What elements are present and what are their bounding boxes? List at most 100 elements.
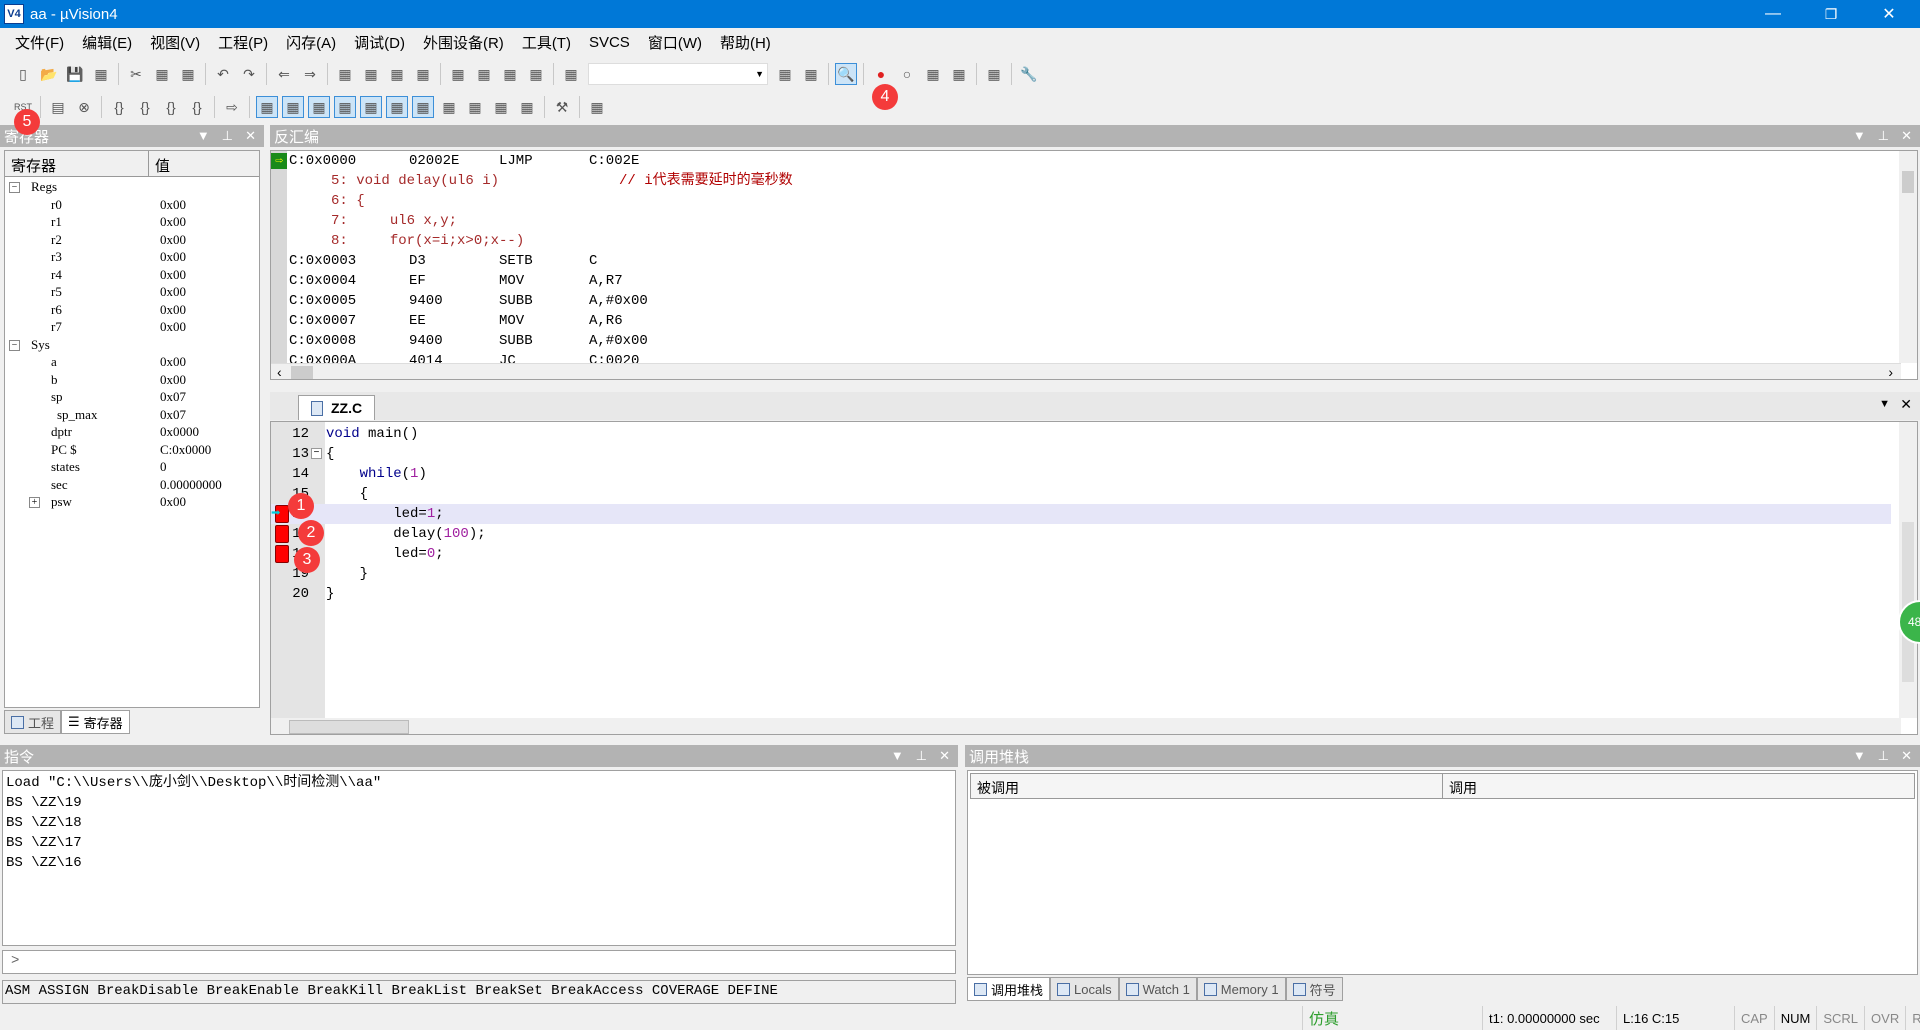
tab-symbols[interactable]: 符号 [1285,977,1343,1001]
close-icon[interactable]: ✕ [1901,128,1912,144]
vertical-scrollbar[interactable] [1899,422,1917,718]
dropdown-icon[interactable]: ▼ [1879,398,1890,410]
find-combo[interactable]: ▼ [588,63,768,85]
menu-item[interactable]: 帮助(H) [711,32,780,53]
column-header-value[interactable]: 值 [149,151,176,176]
source-line[interactable]: 7: ul6 x,y; [289,211,1889,231]
asm-line[interactable]: ⇨ C:0x0000 02002E LJMP C:002E [271,151,1889,171]
memory-window-icon[interactable]: ▦ [412,96,434,118]
fold-icon[interactable]: − [311,448,322,459]
source-line[interactable]: 8: for(x=i;x>0;x--) [289,231,1889,251]
code-line[interactable]: 16 led=1;➡ [271,504,1891,524]
unindent-icon[interactable]: ▦ [473,63,495,85]
asm-line[interactable]: C:0x0007 EE MOV A,R6 [289,311,1889,331]
pin-icon[interactable]: ⊥ [916,748,927,764]
menu-item[interactable]: 外围设备(R) [414,32,513,53]
expand-icon[interactable]: + [29,497,40,508]
tab-zz-c[interactable]: ZZ.C [298,395,376,420]
run-icon[interactable]: ▤ [47,96,69,118]
code-line[interactable]: 15 { [271,484,1891,504]
pin-icon[interactable]: ⊥ [222,128,233,144]
comment-icon[interactable]: ▦ [499,63,521,85]
step-over-icon[interactable]: {} [134,96,156,118]
menu-item[interactable]: SVCS [580,34,639,51]
minimize-button[interactable]: — [1744,0,1802,28]
uncomment-icon[interactable]: ▦ [525,63,547,85]
code-line[interactable]: 20} [271,584,1891,604]
nav-forward-icon[interactable]: ⇒ [299,63,321,85]
close-icon[interactable]: ✕ [1900,396,1912,413]
breakpoint-icon[interactable] [275,525,289,543]
scroll-thumb[interactable] [291,366,313,379]
menu-item[interactable]: 工程(P) [209,32,277,53]
command-window-icon[interactable]: ▦ [256,96,278,118]
horizontal-scrollbar[interactable] [271,718,1901,734]
column-header-caller[interactable]: 调用 [1443,774,1483,798]
asm-line[interactable]: C:0x0005 9400 SUBB A,#0x00 [289,291,1889,311]
source-line[interactable]: 5: void delay(ul6 i) // i代表需要延时的毫秒数 [289,171,1889,191]
toolbox-icon[interactable]: ⚒ [551,96,573,118]
menu-item[interactable]: 文件(F) [6,32,73,53]
tab-memory1[interactable]: Memory 1 [1196,977,1286,1001]
tab-watch1[interactable]: Watch 1 [1118,977,1197,1001]
vertical-scrollbar[interactable] [1899,151,1917,363]
watch-window-icon[interactable]: ▦ [386,96,408,118]
configure-icon[interactable]: 🔧 [1018,63,1040,85]
tab-locals[interactable]: Locals [1050,977,1119,1001]
horizontal-scrollbar[interactable]: ‹ › [271,363,1901,379]
trace-window-icon[interactable]: ▦ [490,96,512,118]
enable-breakpoint-icon[interactable]: ○ [896,63,918,85]
prev-bookmark-icon[interactable]: ▦ [360,63,382,85]
menu-item[interactable]: 窗口(W) [639,32,711,53]
open-file-icon[interactable]: 📂 [38,63,60,85]
run-to-cursor-icon[interactable]: {} [186,96,208,118]
new-file-icon[interactable]: ▯ [12,63,34,85]
undo-icon[interactable]: ↶ [212,63,234,85]
paste-icon[interactable]: ▦ [177,63,199,85]
code-editor[interactable]: 12void main()13−{14 while(1)15 {16 led=1… [270,421,1918,735]
register-row[interactable]: + psw 0x00 [5,494,261,515]
column-header-callee[interactable]: 被调用 [971,774,1443,798]
close-icon[interactable]: ✕ [939,748,950,764]
collapse-icon[interactable]: − [9,339,20,351]
source-line[interactable]: 6: { [289,191,1889,211]
save-all-icon[interactable]: ▦ [90,63,112,85]
copy-icon[interactable]: ▦ [151,63,173,85]
clear-bookmarks-icon[interactable]: ▦ [412,63,434,85]
scroll-thumb[interactable] [289,720,409,734]
debug-session-icon[interactable]: 🔍 [835,63,857,85]
tab-registers[interactable]: ☰ 寄存器 [61,710,130,734]
disassembly-window-icon[interactable]: ▦ [282,96,304,118]
asm-line[interactable]: C:0x000A 4014 JC C:0020 [289,351,1889,363]
dropdown-icon[interactable]: ▼ [891,748,904,764]
step-out-icon[interactable]: {} [160,96,182,118]
tab-callstack[interactable]: 调用堆栈 [967,977,1051,1001]
logic-analyzer-icon[interactable]: ▦ [464,96,486,118]
tab-project[interactable]: 工程 [4,710,62,734]
collapse-icon[interactable]: − [9,182,20,193]
code-line[interactable]: 19 } [271,564,1891,584]
indent-icon[interactable]: ▦ [447,63,469,85]
registers-window-icon[interactable]: ▦ [334,96,356,118]
menu-item[interactable]: 闪存(A) [277,32,345,53]
asm-line[interactable]: C:0x0008 9400 SUBB A,#0x00 [289,331,1889,351]
menu-item[interactable]: 调试(D) [345,32,414,53]
command-output[interactable]: Load "C:\\Users\\庞小剑\\Desktop\\时间检测\\aa"… [2,770,956,946]
step-into-icon[interactable]: {} [108,96,130,118]
save-icon[interactable]: 💾 [64,63,86,85]
code-line[interactable]: 14 while(1) [271,464,1891,484]
bookmark-icon[interactable]: ▦ [334,63,356,85]
menu-item[interactable]: 视图(V) [141,32,209,53]
redo-icon[interactable]: ↷ [238,63,260,85]
next-bookmark-icon[interactable]: ▦ [386,63,408,85]
close-button[interactable]: ✕ [1860,0,1918,28]
close-icon[interactable]: ✕ [1901,748,1912,764]
find-in-files-icon[interactable]: ▦ [560,63,582,85]
code-line[interactable]: 13−{ [271,444,1891,464]
asm-line[interactable]: C:0x0003 D3 SETB C [289,251,1889,271]
menu-item[interactable]: 编辑(E) [73,32,141,53]
dropdown-icon[interactable]: ▼ [197,128,210,144]
code-line[interactable]: 12 void main() [271,424,1891,444]
dropdown-icon[interactable]: ▼ [1853,128,1866,144]
call-stack-window-icon[interactable]: ▦ [360,96,382,118]
